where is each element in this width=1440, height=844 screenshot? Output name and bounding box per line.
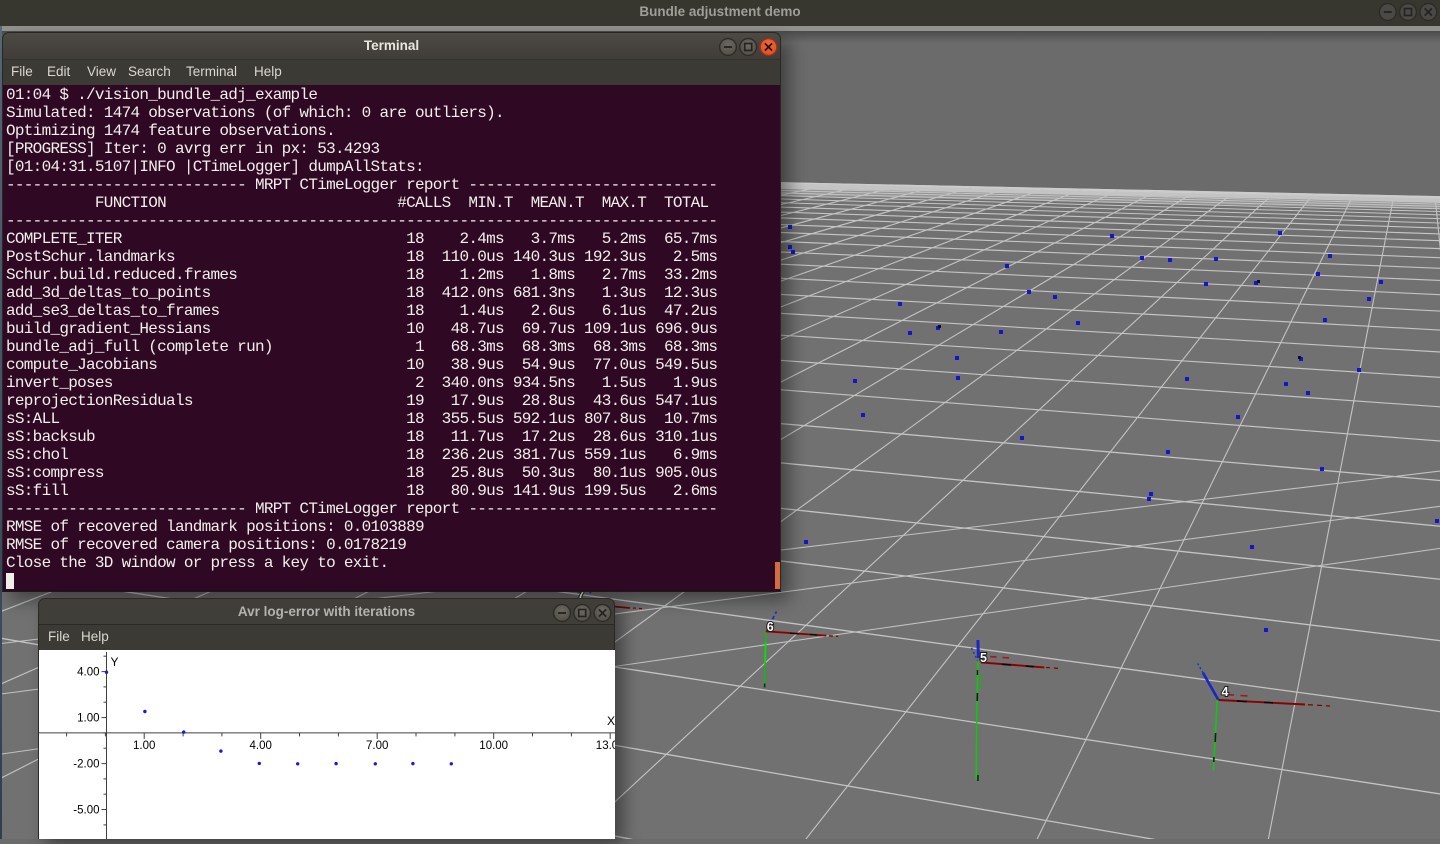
svg-text:6: 6 xyxy=(767,620,774,634)
svg-text:Y: Y xyxy=(111,655,119,669)
svg-text:-5.00: -5.00 xyxy=(73,805,99,817)
svg-text:7.00: 7.00 xyxy=(366,740,388,752)
svg-text:4: 4 xyxy=(1222,685,1229,699)
svg-text:4.00: 4.00 xyxy=(250,740,272,752)
svg-text:13.00: 13.00 xyxy=(596,740,615,752)
svg-text:X: X xyxy=(607,714,615,728)
svg-text:1.00: 1.00 xyxy=(133,740,155,752)
svg-text:-2.00: -2.00 xyxy=(73,759,99,771)
svg-text:4.00: 4.00 xyxy=(77,667,99,679)
svg-text:10.00: 10.00 xyxy=(479,740,508,752)
svg-text:5: 5 xyxy=(980,651,987,665)
svg-text:1.00: 1.00 xyxy=(77,713,99,725)
